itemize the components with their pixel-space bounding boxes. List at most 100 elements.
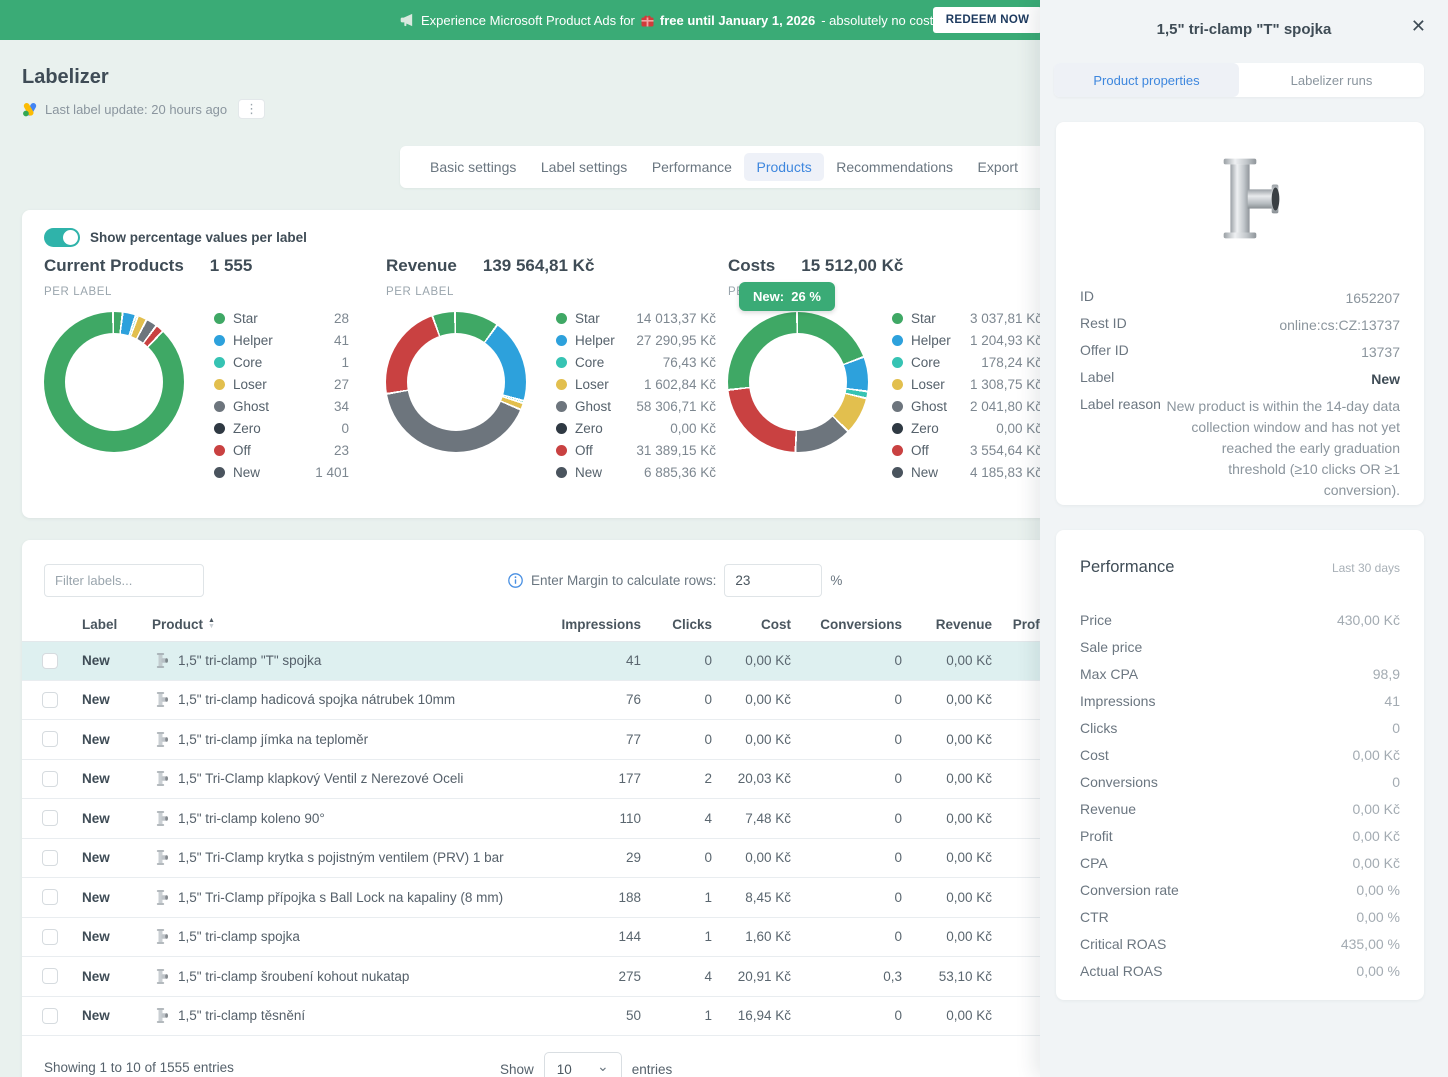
cell-impressions: 77: [529, 732, 641, 747]
legend-item[interactable]: Star 14 013,37 Kč: [556, 307, 716, 329]
legend-label: Helper: [575, 333, 615, 348]
legend-item[interactable]: Zero 0,00 Kč: [892, 417, 1042, 439]
legend-item[interactable]: New 6 885,36 Kč: [556, 461, 716, 483]
legend-item[interactable]: New 4 185,83 Kč: [892, 461, 1042, 483]
row-checkbox[interactable]: [42, 889, 58, 905]
legend-item[interactable]: Core 178,24 Kč: [892, 351, 1042, 373]
property-label: Offer ID: [1080, 342, 1129, 358]
cell-cost: 20,03 Kč: [712, 771, 791, 786]
legend-item[interactable]: Off 31 389,15 Kč: [556, 439, 716, 461]
legend-item[interactable]: Helper 27 290,95 Kč: [556, 329, 716, 351]
close-icon[interactable]: ✕: [1411, 17, 1426, 35]
product-name: 1,5" Tri-Clamp přípojka s Ball Lock na k…: [178, 890, 503, 905]
table-row[interactable]: New 1,5" tri-clamp hadicová spojka nátru…: [22, 681, 1048, 721]
legend-item[interactable]: Ghost 58 306,71 Kč: [556, 395, 716, 417]
legend-item[interactable]: Off 23: [214, 439, 349, 461]
filter-labels-input[interactable]: [44, 564, 204, 597]
cell-impressions: 76: [529, 692, 641, 707]
table-row[interactable]: New 1,5" tri-clamp koleno 90° 110 4 7,48…: [22, 799, 1048, 839]
column-header-impressions[interactable]: Impressions: [529, 617, 641, 632]
cell-cost: 16,94 Kč: [712, 1008, 791, 1023]
legend-item[interactable]: Loser 1 308,75 Kč: [892, 373, 1042, 395]
cell-clicks: 4: [641, 969, 712, 984]
product-thumbnail: [152, 889, 169, 906]
row-label-badge: New: [82, 771, 152, 786]
performance-title: Performance: [1080, 558, 1174, 577]
percentage-toggle-label: Show percentage values per label: [90, 230, 307, 245]
table-row[interactable]: New 1,5" tri-clamp těsnění 50 1 16,94 Kč…: [22, 997, 1048, 1037]
redeem-now-button[interactable]: REDEEM NOW: [933, 7, 1042, 33]
column-header-product[interactable]: Product▲▼: [152, 617, 529, 632]
table-row[interactable]: New 1,5" tri-clamp "T" spojka 41 0 0,00 …: [22, 641, 1048, 681]
performance-row: CPA 0,00 Kč: [1080, 849, 1400, 876]
legend-item[interactable]: Loser 27: [214, 373, 349, 395]
main-tab[interactable]: Recommendations: [824, 153, 965, 181]
legend-value: 1: [341, 355, 349, 370]
table-row[interactable]: New 1,5" Tri-Clamp přípojka s Ball Lock …: [22, 878, 1048, 918]
legend-item[interactable]: Helper 1 204,93 Kč: [892, 329, 1042, 351]
cell-clicks: 4: [641, 811, 712, 826]
row-checkbox[interactable]: [42, 929, 58, 945]
legend-item[interactable]: Star 3 037,81 Kč: [892, 307, 1042, 329]
cell-revenue: 0,00 Kč: [902, 771, 992, 786]
legend-item[interactable]: Ghost 34: [214, 395, 349, 417]
panel-tab[interactable]: Product properties: [1054, 63, 1239, 97]
row-checkbox[interactable]: [42, 692, 58, 708]
main-tab[interactable]: Basic settings: [418, 153, 528, 181]
column-header-label[interactable]: Label: [82, 617, 152, 632]
legend-item[interactable]: Loser 1 602,84 Kč: [556, 373, 716, 395]
legend-item[interactable]: New 1 401: [214, 461, 349, 483]
row-checkbox[interactable]: [42, 968, 58, 984]
legend-dot: [214, 379, 225, 390]
column-header-cost[interactable]: Cost: [712, 617, 791, 632]
revenue-donut-chart[interactable]: [386, 312, 526, 452]
property-label: ID: [1080, 288, 1094, 304]
panel-tab[interactable]: Labelizer runs: [1239, 63, 1424, 97]
product-image: [1056, 150, 1424, 246]
legend-item[interactable]: Off 3 554,64 Kč: [892, 439, 1042, 461]
legend-item[interactable]: Ghost 2 041,80 Kč: [892, 395, 1042, 417]
main-tab[interactable]: Label settings: [529, 153, 639, 181]
metric-label: Revenue: [1080, 801, 1136, 817]
cell-cost: 0,00 Kč: [712, 692, 791, 707]
more-options-button[interactable]: ⋮: [238, 99, 265, 119]
table-row[interactable]: New 1,5" tri-clamp jímka na teploměr 77 …: [22, 720, 1048, 760]
main-tab[interactable]: Export: [966, 153, 1030, 181]
cell-revenue: 53,10 Kč: [902, 969, 992, 984]
page-size-select[interactable]: 10 ⌄: [544, 1052, 622, 1077]
products-donut-chart[interactable]: [44, 312, 184, 452]
percentage-toggle[interactable]: [44, 228, 80, 247]
column-header-conversions[interactable]: Conversions: [791, 617, 902, 632]
legend-item[interactable]: Zero 0,00 Kč: [556, 417, 716, 439]
row-checkbox[interactable]: [42, 771, 58, 787]
table-row[interactable]: New 1,5" tri-clamp spojka 144 1 1,60 Kč …: [22, 918, 1048, 958]
column-header-clicks[interactable]: Clicks: [641, 617, 712, 632]
table-row[interactable]: New 1,5" Tri-Clamp klapkový Ventil z Ner…: [22, 760, 1048, 800]
row-checkbox[interactable]: [42, 810, 58, 826]
row-checkbox[interactable]: [42, 731, 58, 747]
main-tab[interactable]: Performance: [640, 153, 744, 181]
margin-input[interactable]: [724, 564, 822, 597]
performance-row: Price 430,00 Kč: [1080, 606, 1400, 633]
main-tab[interactable]: Products: [744, 153, 823, 181]
legend-value: 28: [334, 311, 349, 326]
table-row[interactable]: New 1,5" tri-clamp šroubení kohout nukat…: [22, 957, 1048, 997]
row-checkbox[interactable]: [42, 653, 58, 669]
legend-dot: [556, 467, 567, 478]
legend-item[interactable]: Core 76,43 Kč: [556, 351, 716, 373]
legend-label: New: [233, 465, 260, 480]
legend-item[interactable]: Core 1: [214, 351, 349, 373]
row-checkbox[interactable]: [42, 1008, 58, 1024]
cell-cost: 8,45 Kč: [712, 890, 791, 905]
performance-row: Sale price: [1080, 633, 1400, 660]
legend-item[interactable]: Star 28: [214, 307, 349, 329]
costs-donut-chart[interactable]: [728, 312, 868, 452]
performance-period: Last 30 days: [1332, 561, 1400, 575]
table-row[interactable]: New 1,5" Tri-Clamp krytka s pojistným ve…: [22, 839, 1048, 879]
legend-item[interactable]: Helper 41: [214, 329, 349, 351]
column-header-revenue[interactable]: Revenue: [902, 617, 992, 632]
legend-label: Loser: [575, 377, 609, 392]
cell-clicks: 1: [641, 1008, 712, 1023]
row-checkbox[interactable]: [42, 850, 58, 866]
legend-item[interactable]: Zero 0: [214, 417, 349, 439]
